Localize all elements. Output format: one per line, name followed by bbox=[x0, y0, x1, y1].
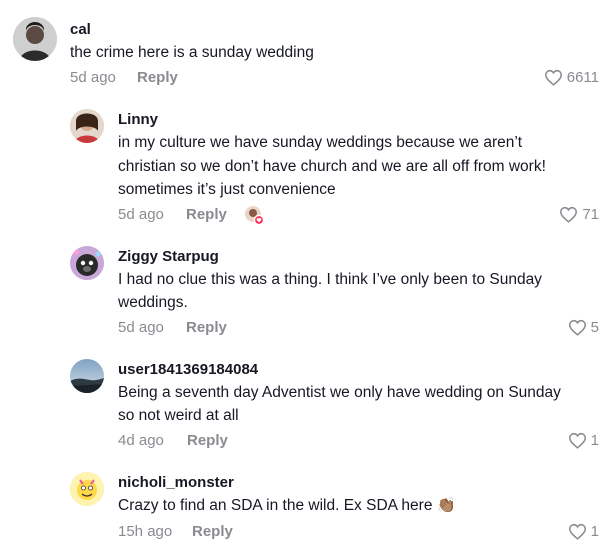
heart-outline-icon bbox=[544, 69, 562, 86]
like-count: 1 bbox=[590, 523, 599, 540]
comment-text-line: Crazy to find an SDA in the wild. Ex SDA… bbox=[118, 497, 457, 514]
avatar[interactable] bbox=[70, 246, 104, 280]
reply-button[interactable]: Reply bbox=[137, 69, 178, 86]
like-button[interactable]: 5 bbox=[568, 319, 599, 336]
comment-text-line: Being a seventh day Adventist we only ha… bbox=[118, 384, 561, 401]
avatar[interactable] bbox=[70, 359, 104, 393]
avatar[interactable] bbox=[70, 109, 104, 143]
creator-liked-badge-icon bbox=[244, 205, 265, 226]
like-button[interactable]: 6611 bbox=[544, 69, 599, 86]
heart-outline-icon bbox=[568, 319, 586, 336]
comment-timestamp: 5d ago bbox=[118, 206, 164, 223]
comment-timestamp: 4d ago bbox=[118, 432, 164, 449]
like-count: 71 bbox=[582, 206, 599, 223]
comment-timestamp: 5d ago bbox=[70, 69, 116, 86]
username[interactable]: user1841369184084 bbox=[118, 361, 258, 378]
comment-nicholi-monster: nicholi_monster Crazy to find an SDA in … bbox=[0, 466, 615, 555]
like-count: 1 bbox=[590, 432, 599, 449]
reply-button[interactable]: Reply bbox=[187, 432, 228, 449]
username[interactable]: cal bbox=[70, 21, 91, 38]
comment-timestamp: 15h ago bbox=[118, 523, 173, 540]
comment-text-line: weddings. bbox=[118, 294, 188, 311]
like-button[interactable]: 71 bbox=[559, 206, 599, 223]
comment-linny: Linny in my culture we have sunday weddi… bbox=[0, 100, 615, 230]
comment-text-line: sometimes it’s just convenience bbox=[118, 181, 336, 198]
reply-button[interactable]: Reply bbox=[186, 206, 227, 223]
comment-cal: cal the crime here is a sunday wedding 5… bbox=[0, 0, 615, 100]
comment-timestamp: 5d ago bbox=[118, 319, 164, 336]
reply-button[interactable]: Reply bbox=[192, 523, 233, 540]
comment-user1841369184084: user1841369184084 Being a seventh day Ad… bbox=[0, 353, 615, 458]
reply-button[interactable]: Reply bbox=[186, 319, 227, 336]
avatar[interactable] bbox=[70, 472, 104, 506]
username[interactable]: Ziggy Starpug bbox=[118, 248, 219, 265]
heart-outline-icon bbox=[568, 432, 586, 449]
avatar[interactable] bbox=[13, 17, 57, 61]
like-count: 5 bbox=[590, 319, 599, 336]
like-button[interactable]: 1 bbox=[568, 523, 599, 540]
comment-text-line: christian so we don’t have church and we… bbox=[118, 158, 546, 175]
username[interactable]: Linny bbox=[118, 111, 158, 128]
username[interactable]: nicholi_monster bbox=[118, 474, 234, 491]
comment-text-line: the crime here is a sunday wedding bbox=[70, 44, 314, 61]
comment-text-line: I had no clue this was a thing. I think … bbox=[118, 271, 542, 288]
like-count: 6611 bbox=[566, 69, 599, 86]
comment-text-line: in my culture we have sunday weddings be… bbox=[118, 134, 523, 151]
like-button[interactable]: 1 bbox=[568, 432, 599, 449]
heart-outline-icon bbox=[560, 206, 578, 223]
heart-outline-icon bbox=[568, 523, 586, 540]
comment-text-line: so not weird at all bbox=[118, 407, 239, 424]
comment-ziggy-starpug: Ziggy Starpug I had no clue this was a t… bbox=[0, 240, 615, 345]
